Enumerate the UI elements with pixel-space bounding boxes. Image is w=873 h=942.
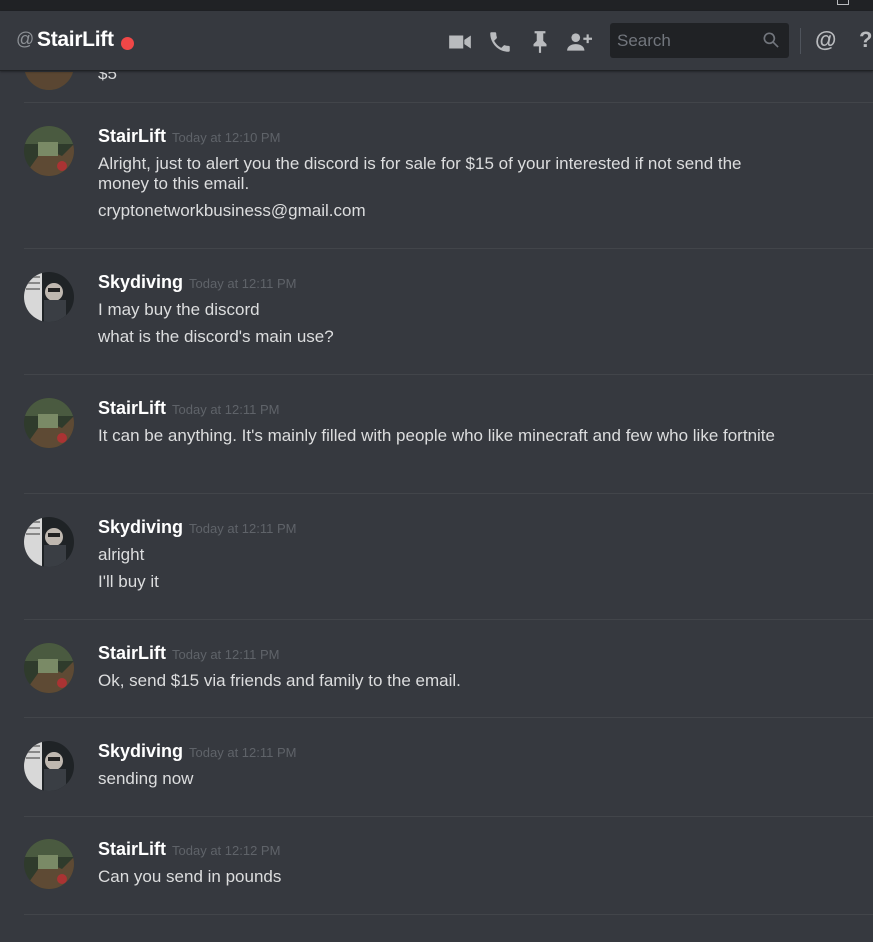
message-divider: [24, 816, 873, 817]
message-timestamp: Today at 12:11 PM: [189, 745, 297, 760]
message-divider: [24, 493, 873, 494]
message-timestamp: Today at 12:10 PM: [172, 130, 281, 145]
avatar[interactable]: [24, 517, 74, 567]
avatar[interactable]: [24, 643, 74, 693]
author-name[interactable]: StairLift: [98, 643, 166, 663]
video-call-icon[interactable]: [447, 29, 473, 55]
pinned-messages-icon[interactable]: [527, 29, 553, 55]
author-name[interactable]: StairLift: [98, 839, 166, 859]
avatar[interactable]: [24, 126, 74, 176]
dm-at-icon: @: [16, 29, 35, 49]
message-text: sending now: [98, 769, 194, 788]
message-timestamp: Today at 12:11 PM: [172, 647, 280, 662]
search-icon: [761, 30, 781, 50]
message-author[interactable]: StairLift Today at 12:10 PM: [98, 126, 280, 147]
message-author[interactable]: Skydiving Today at 12:11 PM: [98, 517, 296, 538]
message-text: I may buy the discord: [98, 300, 260, 319]
message-timestamp: Today at 12:11 PM: [172, 402, 280, 417]
message-text: It can be anything. It's mainly filled w…: [98, 426, 775, 445]
message-divider: [24, 717, 873, 718]
message-author[interactable]: StairLift Today at 12:12 PM: [98, 839, 280, 860]
message-text: Ok, send $15 via friends and family to t…: [98, 671, 461, 690]
author-name[interactable]: StairLift: [98, 126, 166, 146]
message-text: what is the discord's main use?: [98, 327, 334, 346]
message-divider: [24, 102, 873, 103]
mentions-icon[interactable]: @: [815, 27, 836, 53]
message-author[interactable]: Skydiving Today at 12:11 PM: [98, 741, 296, 762]
message-divider: [24, 248, 873, 249]
message-author[interactable]: StairLift Today at 12:11 PM: [98, 398, 279, 419]
add-friend-icon[interactable]: [566, 29, 592, 55]
author-name[interactable]: Skydiving: [98, 741, 183, 761]
message-list: $5 StairLift Today at 12:10 PM Alright, j…: [0, 72, 873, 942]
avatar[interactable]: [24, 741, 74, 791]
search-box[interactable]: [610, 23, 789, 58]
help-icon[interactable]: ?: [859, 27, 872, 53]
author-name[interactable]: Skydiving: [98, 272, 183, 292]
message-divider: [24, 619, 873, 620]
message-timestamp: Today at 12:12 PM: [172, 843, 281, 858]
message-divider: [24, 374, 873, 375]
author-name[interactable]: Skydiving: [98, 517, 183, 537]
window-titlebar: [0, 0, 873, 11]
message-timestamp: Today at 12:11 PM: [189, 276, 297, 291]
avatar[interactable]: [24, 272, 74, 322]
status-dnd-icon: [121, 37, 134, 50]
message-text: Can you send in pounds: [98, 867, 282, 886]
previous-message-text: $5: [98, 72, 117, 83]
header-divider: [800, 28, 801, 54]
message-author[interactable]: Skydiving Today at 12:11 PM: [98, 272, 296, 293]
message-text: cryptonetworkbusiness@gmail.com: [98, 201, 366, 220]
message-text: Alright, just to alert you the discord i…: [98, 154, 742, 193]
avatar[interactable]: [24, 398, 74, 448]
message-divider: [24, 914, 873, 915]
channel-header: @ StairLift @ ?: [0, 11, 873, 71]
avatar[interactable]: [24, 72, 74, 90]
search-input[interactable]: [610, 23, 760, 58]
message-text: I'll buy it: [98, 572, 159, 591]
channel-name: StairLift: [37, 28, 114, 51]
voice-call-icon[interactable]: [487, 29, 513, 55]
window-minimize-icon[interactable]: [837, 0, 849, 5]
avatar[interactable]: [24, 839, 74, 889]
message-text: alright: [98, 545, 145, 564]
message-author[interactable]: StairLift Today at 12:11 PM: [98, 643, 279, 664]
author-name[interactable]: StairLift: [98, 398, 166, 418]
message-timestamp: Today at 12:11 PM: [189, 521, 297, 536]
